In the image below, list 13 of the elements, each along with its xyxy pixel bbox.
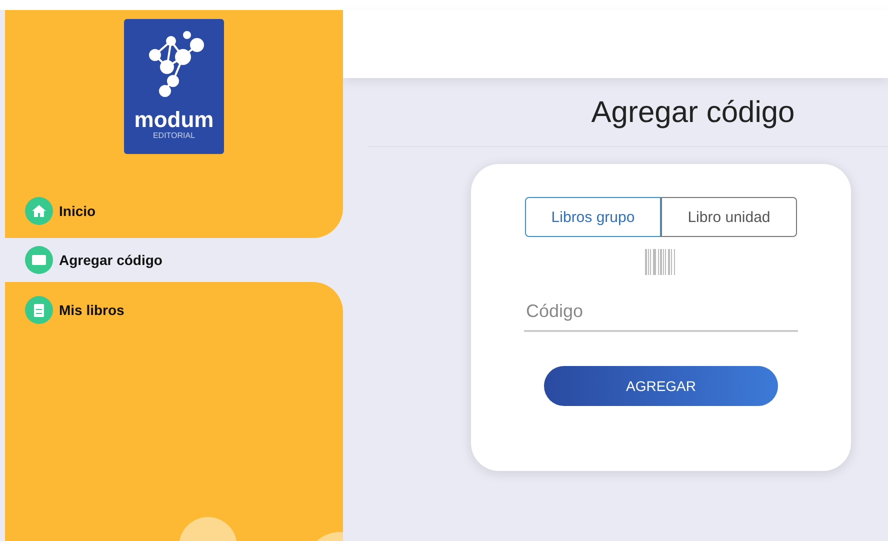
book-icon [34, 304, 44, 316]
logo-name: modum [134, 109, 214, 131]
home-icon [32, 205, 46, 217]
nav-label: Mis libros [59, 301, 124, 320]
nav-label: Agregar código [59, 251, 162, 270]
tab[interactable]: Libros grupo [525, 197, 661, 237]
nav-label: Inicio [59, 202, 96, 221]
logo-subtitle: EDITORIAL [152, 131, 196, 140]
page-title: Agregar código [368, 78, 888, 147]
add-button[interactable]: AGREGAR [544, 366, 778, 406]
nav-item[interactable]: Inicio [5, 194, 343, 238]
tab[interactable]: Libro unidad [661, 197, 797, 237]
nav-item[interactable]: Mis libros [5, 282, 343, 541]
